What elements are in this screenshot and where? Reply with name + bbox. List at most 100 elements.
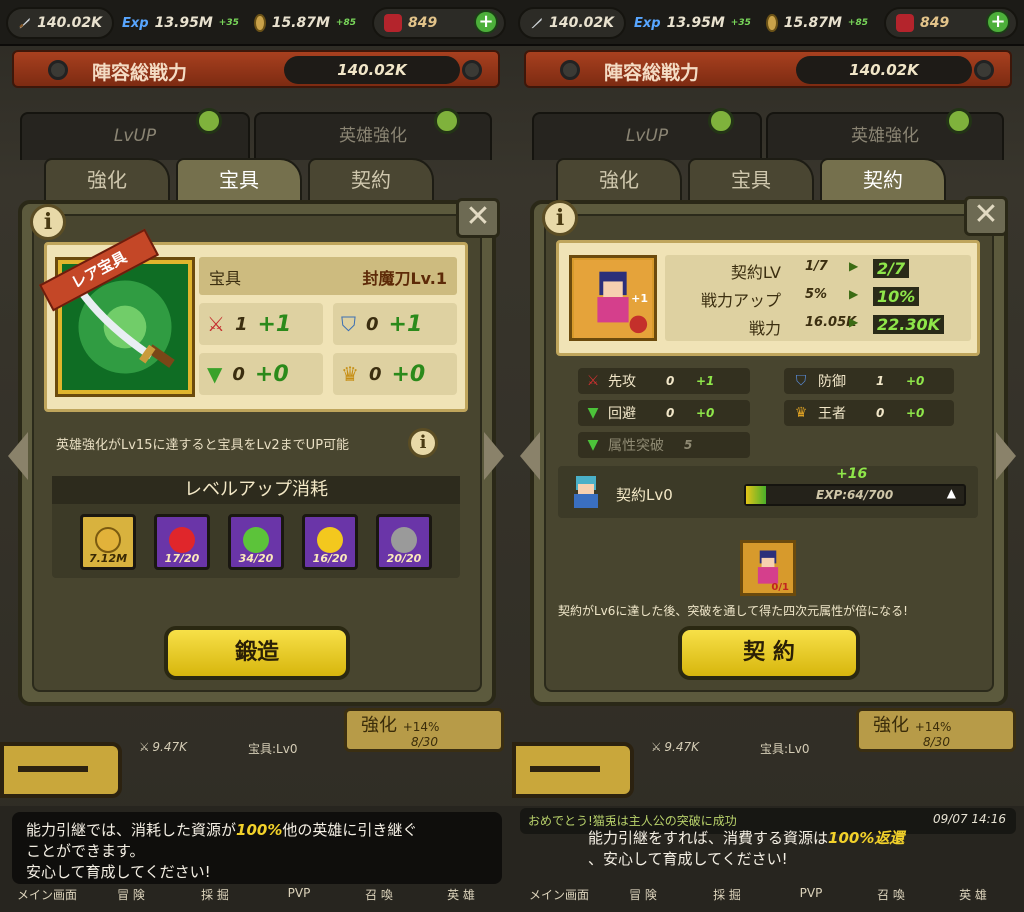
- close-button[interactable]: ✕: [456, 198, 500, 238]
- tab-contract[interactable]: 契約: [820, 158, 946, 204]
- info-icon[interactable]: i: [30, 204, 66, 240]
- red-orb-icon: [169, 527, 195, 553]
- previous-arrow-icon[interactable]: [520, 432, 540, 480]
- cost-gray-orb: 20/20: [376, 514, 432, 570]
- notification-dot-icon: [434, 108, 460, 134]
- attr-row-disabled: ▼ 属性突破 5: [578, 432, 750, 458]
- hero-upgrade-button[interactable]: 強化 +14% 8/30: [856, 708, 1016, 752]
- nav-summon[interactable]: 召 喚: [856, 886, 926, 903]
- shield-icon: ⛉: [341, 312, 356, 336]
- treasure-card: レア宝具 宝具 封魔刀Lv.1 ⚔ 1 +1 ⛉ 0 +1 ▼ 0 +0 ♛ 0 +0: [38, 228, 468, 412]
- notification-dot-icon: [946, 108, 972, 134]
- stat-cell: ⛉ 0 +1: [333, 303, 457, 345]
- gold-coin-icon: [95, 527, 121, 553]
- nav-adventure[interactable]: 冒 険: [96, 886, 166, 903]
- stat-cell: ⚔ 1 +1: [199, 303, 323, 345]
- close-button[interactable]: ✕: [964, 196, 1008, 236]
- nav-pvp[interactable]: PVP: [776, 886, 846, 900]
- sword-icon: [19, 17, 30, 29]
- upgrade-hint: 英雄強化がLv15に達すると宝具をLv2までUP可能: [56, 438, 350, 453]
- next-arrow-icon[interactable]: [484, 432, 504, 480]
- hero-power: ⚔ 9.47K: [140, 740, 187, 754]
- right-screenshot: 140.02K Exp 13.95M +35 15.87M +85 849 + …: [512, 0, 1024, 912]
- banner-stud-icon: [48, 60, 68, 80]
- gem-icon: [384, 14, 402, 32]
- gold-resource: 15.87M +85: [244, 7, 366, 39]
- total-power: 140.02K: [284, 56, 460, 84]
- nav-summon[interactable]: 召 喚: [344, 886, 414, 903]
- stat-cell: ♛ 0 +0: [333, 353, 457, 395]
- gem-icon: [896, 14, 914, 32]
- gray-orb-icon: [391, 527, 417, 553]
- crown-icon: ♛: [341, 362, 359, 386]
- add-gems-button[interactable]: +: [986, 10, 1010, 34]
- exp-gain: +16: [836, 466, 868, 482]
- attr-row: ▼ 回避 0 +0: [578, 400, 750, 426]
- exp-resource: Exp 13.95M +35: [122, 15, 239, 31]
- back-button[interactable]: [512, 742, 634, 798]
- hint-info-icon[interactable]: i: [408, 428, 438, 458]
- hero-power: ⚔ 9.47K: [652, 740, 699, 754]
- inherit-message: 能力引継では、消耗した資源が100%他の英雄に引き継ぐ ことができます。 安心し…: [12, 812, 502, 884]
- crown-icon: ♛: [794, 405, 808, 421]
- tab-enhance[interactable]: 強化: [44, 158, 170, 202]
- exp-resource: Exp 13.95M +35: [634, 15, 751, 31]
- expand-icon[interactable]: ▲: [947, 486, 956, 500]
- notification-dot-icon: [708, 108, 734, 134]
- sword-icon: [531, 17, 542, 29]
- tab-treasure[interactable]: 宝具: [688, 158, 814, 202]
- wind-icon: ▼: [587, 437, 599, 453]
- treasure-name: 封魔刀Lv.1: [362, 269, 447, 288]
- hero-portrait-frame: +1: [569, 255, 657, 341]
- banner-stud-icon: [974, 60, 994, 80]
- inherit-message: 能力引継をすれば、消費する資源は100%返還 、安心して育成してください!: [588, 829, 905, 868]
- cost-title: レベルアップ消耗: [52, 476, 460, 504]
- hero-treasure-level: 宝具:Lv0: [760, 742, 810, 756]
- attr-row: ⚔ 先攻 0 +1: [578, 368, 750, 394]
- attr-row: ⛉ 防御 1 +0: [784, 368, 954, 394]
- cost-green-orb: 34/20: [228, 514, 284, 570]
- nav-mining[interactable]: 採 掘: [180, 886, 250, 903]
- banner-stud-icon: [560, 60, 580, 80]
- banner-stud-icon: [462, 60, 482, 80]
- hero-avatar-icon: [574, 476, 598, 508]
- power-resource: 140.02K: [6, 7, 114, 39]
- wind-icon: ▼: [587, 405, 599, 421]
- info-icon[interactable]: i: [542, 200, 578, 236]
- back-button[interactable]: [0, 742, 122, 798]
- nav-main[interactable]: メイン画面: [12, 886, 82, 903]
- resource-bar: 140.02K Exp 13.95M +35 15.87M +85 849 +: [0, 0, 512, 46]
- nav-hero[interactable]: 英 雄: [938, 886, 1008, 903]
- contract-item-slot[interactable]: 0/1: [740, 540, 796, 596]
- total-power-banner: 陣容総戦力 140.02K: [12, 50, 500, 88]
- exp-icon: Exp: [634, 15, 661, 31]
- gold-coin-icon: [766, 14, 778, 32]
- wind-icon: ▼: [207, 362, 223, 386]
- sword-icon: ⚔: [586, 373, 600, 389]
- nav-adventure[interactable]: 冒 険: [608, 886, 678, 903]
- cost-gold: 7.12M: [80, 514, 136, 570]
- exp-bar: EXP:64/700 ▲: [744, 484, 966, 506]
- tab-enhance[interactable]: 強化: [556, 158, 682, 202]
- tab-treasure[interactable]: 宝具: [176, 158, 302, 204]
- add-gems-button[interactable]: +: [474, 10, 498, 34]
- hero-upgrade-button[interactable]: 強化 +14% 8/30: [344, 708, 504, 752]
- tab-contract[interactable]: 契約: [308, 158, 434, 202]
- nav-pvp[interactable]: PVP: [264, 886, 334, 900]
- nav-hero[interactable]: 英 雄: [426, 886, 496, 903]
- contract-button[interactable]: 契 約: [678, 626, 860, 680]
- nav-mining[interactable]: 採 掘: [692, 886, 762, 903]
- yellow-orb-icon: [317, 527, 343, 553]
- previous-arrow-icon[interactable]: [8, 432, 28, 480]
- shield-icon: ⛉: [795, 373, 807, 389]
- forge-button[interactable]: 鍛造: [164, 626, 350, 680]
- treasure-label: 宝具: [209, 269, 242, 288]
- power-resource: 140.02K: [518, 7, 626, 39]
- gold-resource: 15.87M +85: [756, 7, 878, 39]
- next-arrow-icon[interactable]: [996, 432, 1016, 480]
- contract-card: +1 契約LV 1/7 ▶ 2/7 戦力アップ 5% ▶ 10% 戦力 16.0…: [556, 240, 980, 356]
- attr-row: ♛ 王者 0 +0: [784, 400, 954, 426]
- left-screenshot: 140.02K Exp 13.95M +35 15.87M +85 849 + …: [0, 0, 512, 912]
- cost-yellow-orb: 16/20: [302, 514, 358, 570]
- nav-main[interactable]: メイン画面: [524, 886, 594, 903]
